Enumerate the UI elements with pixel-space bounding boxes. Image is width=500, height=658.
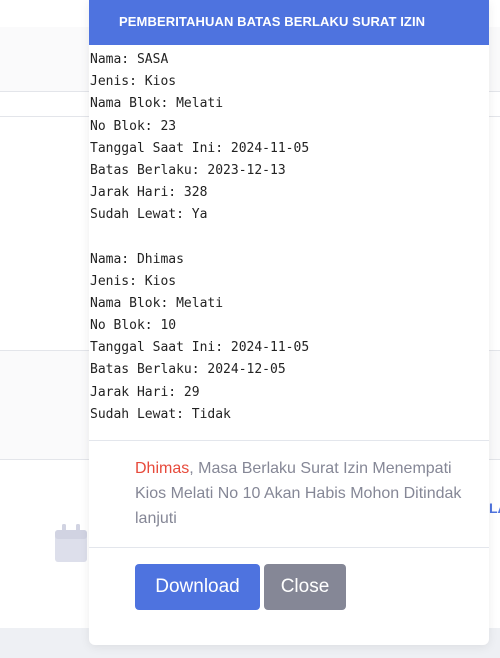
record-line: No Blok: 23 bbox=[90, 118, 177, 134]
record-line: Nama: SASA bbox=[90, 52, 169, 67]
record-line: Batas Berlaku: 2024-12-05 bbox=[90, 362, 286, 378]
record-line: Sudah Lewat: Tidak bbox=[90, 406, 231, 422]
record-line: Batas Berlaku: 2023-12-13 bbox=[90, 162, 286, 178]
bg-cutoff-text: LA bbox=[489, 500, 500, 516]
record-line: Nama Blok: Melati bbox=[90, 96, 224, 112]
notice-name: Dhimas bbox=[135, 460, 190, 477]
record-line: Nama Blok: Melati bbox=[90, 295, 224, 311]
record-line: Jarak Hari: 328 bbox=[90, 185, 208, 201]
modal-footer: Download Close bbox=[89, 548, 489, 610]
expiry-notice: Dhimas, Masa Berlaku Surat Izin Menempat… bbox=[89, 441, 489, 548]
record-line: Nama: Dhimas bbox=[90, 251, 184, 267]
record-line: Tanggal Saat Ini: 2024-11-05 bbox=[90, 140, 310, 156]
record-line: No Blok: 10 bbox=[90, 318, 177, 334]
record-line: Jenis: Kios bbox=[90, 273, 177, 289]
record-line: Jarak Hari: 29 bbox=[90, 384, 200, 400]
modal-body: Nama: SASA Jenis: Kios Nama Blok: Melati… bbox=[89, 45, 489, 441]
close-button[interactable]: Close bbox=[264, 564, 346, 610]
record-line: Jenis: Kios bbox=[90, 74, 177, 90]
license-record: Nama: Dhimas Jenis: Kios Nama Blok: Mela… bbox=[90, 249, 489, 427]
calendar-icon bbox=[55, 524, 87, 562]
record-line: Sudah Lewat: Ya bbox=[90, 207, 208, 223]
download-button[interactable]: Download bbox=[135, 564, 260, 610]
record-line: Tanggal Saat Ini: 2024-11-05 bbox=[90, 340, 310, 356]
modal-title: PEMBERITAHUAN BATAS BERLAKU SURAT IZIN bbox=[89, 0, 489, 45]
license-record: Nama: SASA Jenis: Kios Nama Blok: Melati… bbox=[90, 49, 489, 227]
license-expiry-modal: PEMBERITAHUAN BATAS BERLAKU SURAT IZIN N… bbox=[89, 0, 489, 645]
